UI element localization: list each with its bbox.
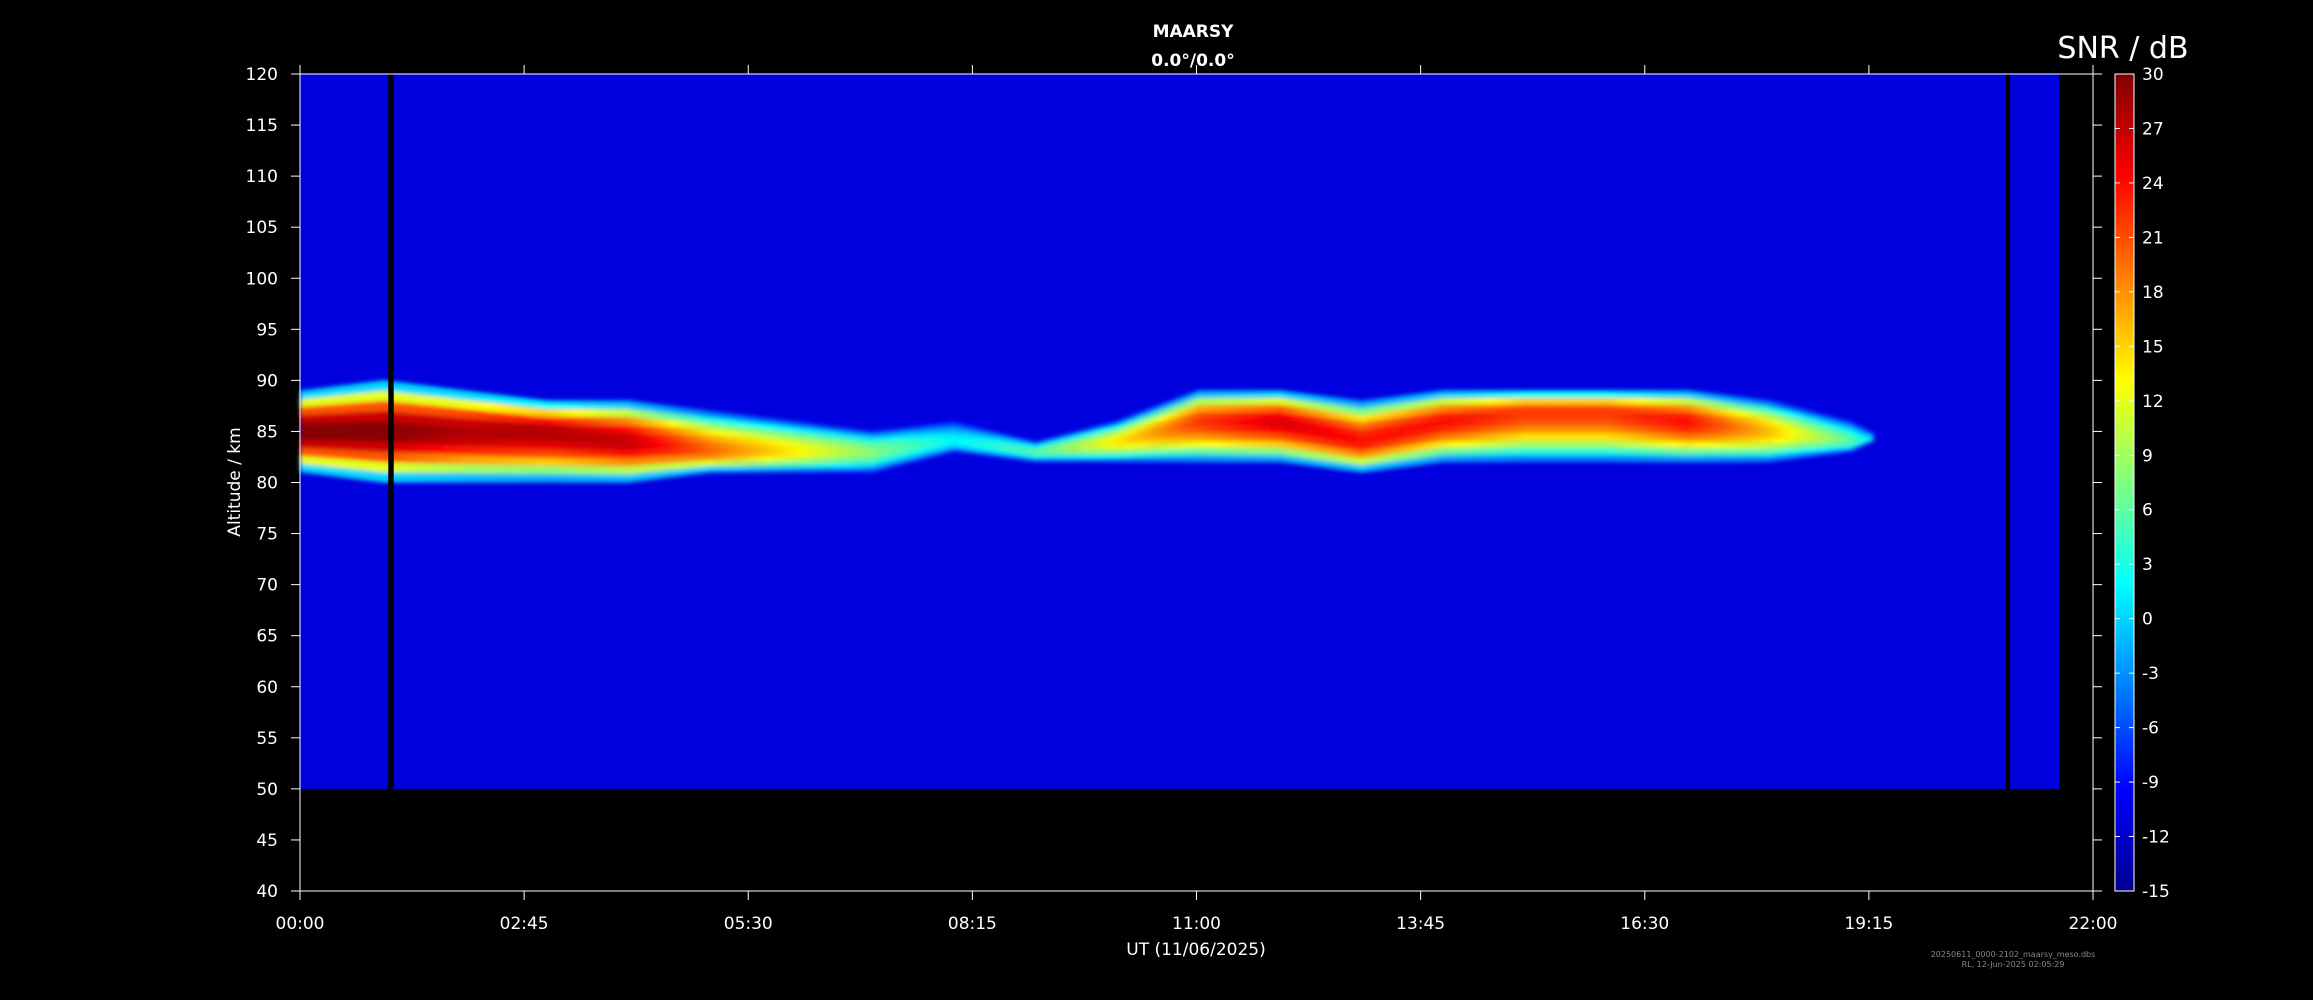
colorbar-tick-label: -15 <box>2142 882 2170 902</box>
y-tick-label: 40 <box>256 882 278 902</box>
x-tick-label: 05:30 <box>724 914 773 934</box>
x-tick-label: 02:45 <box>500 914 549 934</box>
data-gap <box>2006 74 2011 789</box>
colorbar-tick-label: 12 <box>2142 392 2164 412</box>
y-tick-label: 50 <box>256 780 278 800</box>
y-tick-label: 80 <box>256 474 278 494</box>
x-tick-label: 16:30 <box>1620 914 1669 934</box>
colorbar-tick-label: 15 <box>2142 337 2164 357</box>
x-tick-label: 13:45 <box>1396 914 1445 934</box>
colorbar-tick-label: 6 <box>2142 501 2153 521</box>
y-tick-label: 75 <box>256 525 278 545</box>
colorbar-tick-label: 27 <box>2142 119 2164 139</box>
x-tick-label: 11:00 <box>1172 914 1221 934</box>
x-tick-label: 19:15 <box>1844 914 1893 934</box>
colorbar-tick-label: 24 <box>2142 174 2164 194</box>
y-tick-label: 115 <box>246 116 278 136</box>
y-tick-label: 95 <box>256 320 278 340</box>
colorbar-tick-label: -3 <box>2142 664 2159 684</box>
data-gap <box>388 74 394 789</box>
y-tick-label: 55 <box>256 729 278 749</box>
colorbar-tick-label: 0 <box>2142 610 2153 630</box>
y-tick-label: 105 <box>246 218 278 238</box>
chart-subtitle: 0.0°/0.0° <box>1151 51 1234 71</box>
y-tick-label: 85 <box>256 422 278 442</box>
y-tick-label: 120 <box>246 65 278 85</box>
colorbar-tick-label: 18 <box>2142 283 2164 303</box>
colorbar-tick-label: -9 <box>2142 773 2159 793</box>
colorbar-tick-label: -12 <box>2142 828 2170 848</box>
y-tick-label: 60 <box>256 678 278 698</box>
y-axis-label: Altitude / km <box>225 427 245 536</box>
y-tick-label: 45 <box>256 831 278 851</box>
y-tick-label: 65 <box>256 627 278 647</box>
footer-timestamp: RL, 12-Jun-2025 02:05:29 <box>1962 960 2065 969</box>
chart: MAARSY 0.0°/0.0° 00:00 02:45 05:30 08:15 11:… <box>225 22 2189 969</box>
colorbar-tick-label: -6 <box>2142 719 2159 739</box>
y-tick-label: 110 <box>246 167 278 187</box>
colorbar <box>2114 73 2135 892</box>
x-tick-label: 08:15 <box>948 914 997 934</box>
footer-filename: 20250611_0000-2102_maarsy_meso.dbs <box>1931 950 2096 959</box>
colorbar-tick-label: 21 <box>2142 228 2164 248</box>
heatmap <box>300 74 2060 789</box>
x-tick-label: 00:00 <box>276 914 325 934</box>
colorbar-title: SNR / dB <box>2057 31 2188 66</box>
y-tick-label: 100 <box>246 269 278 289</box>
colorbar-tick-label: 9 <box>2142 446 2153 466</box>
y-tick-label: 70 <box>256 576 278 596</box>
colorbar-tick-label: 30 <box>2142 65 2164 85</box>
y-tick-label: 90 <box>256 371 278 391</box>
x-tick-label: 22:00 <box>2069 914 2118 934</box>
colorbar-tick-label: 3 <box>2142 555 2153 575</box>
chart-title: MAARSY <box>1153 22 1235 42</box>
x-axis-label: UT (11/06/2025) <box>1126 940 1265 960</box>
